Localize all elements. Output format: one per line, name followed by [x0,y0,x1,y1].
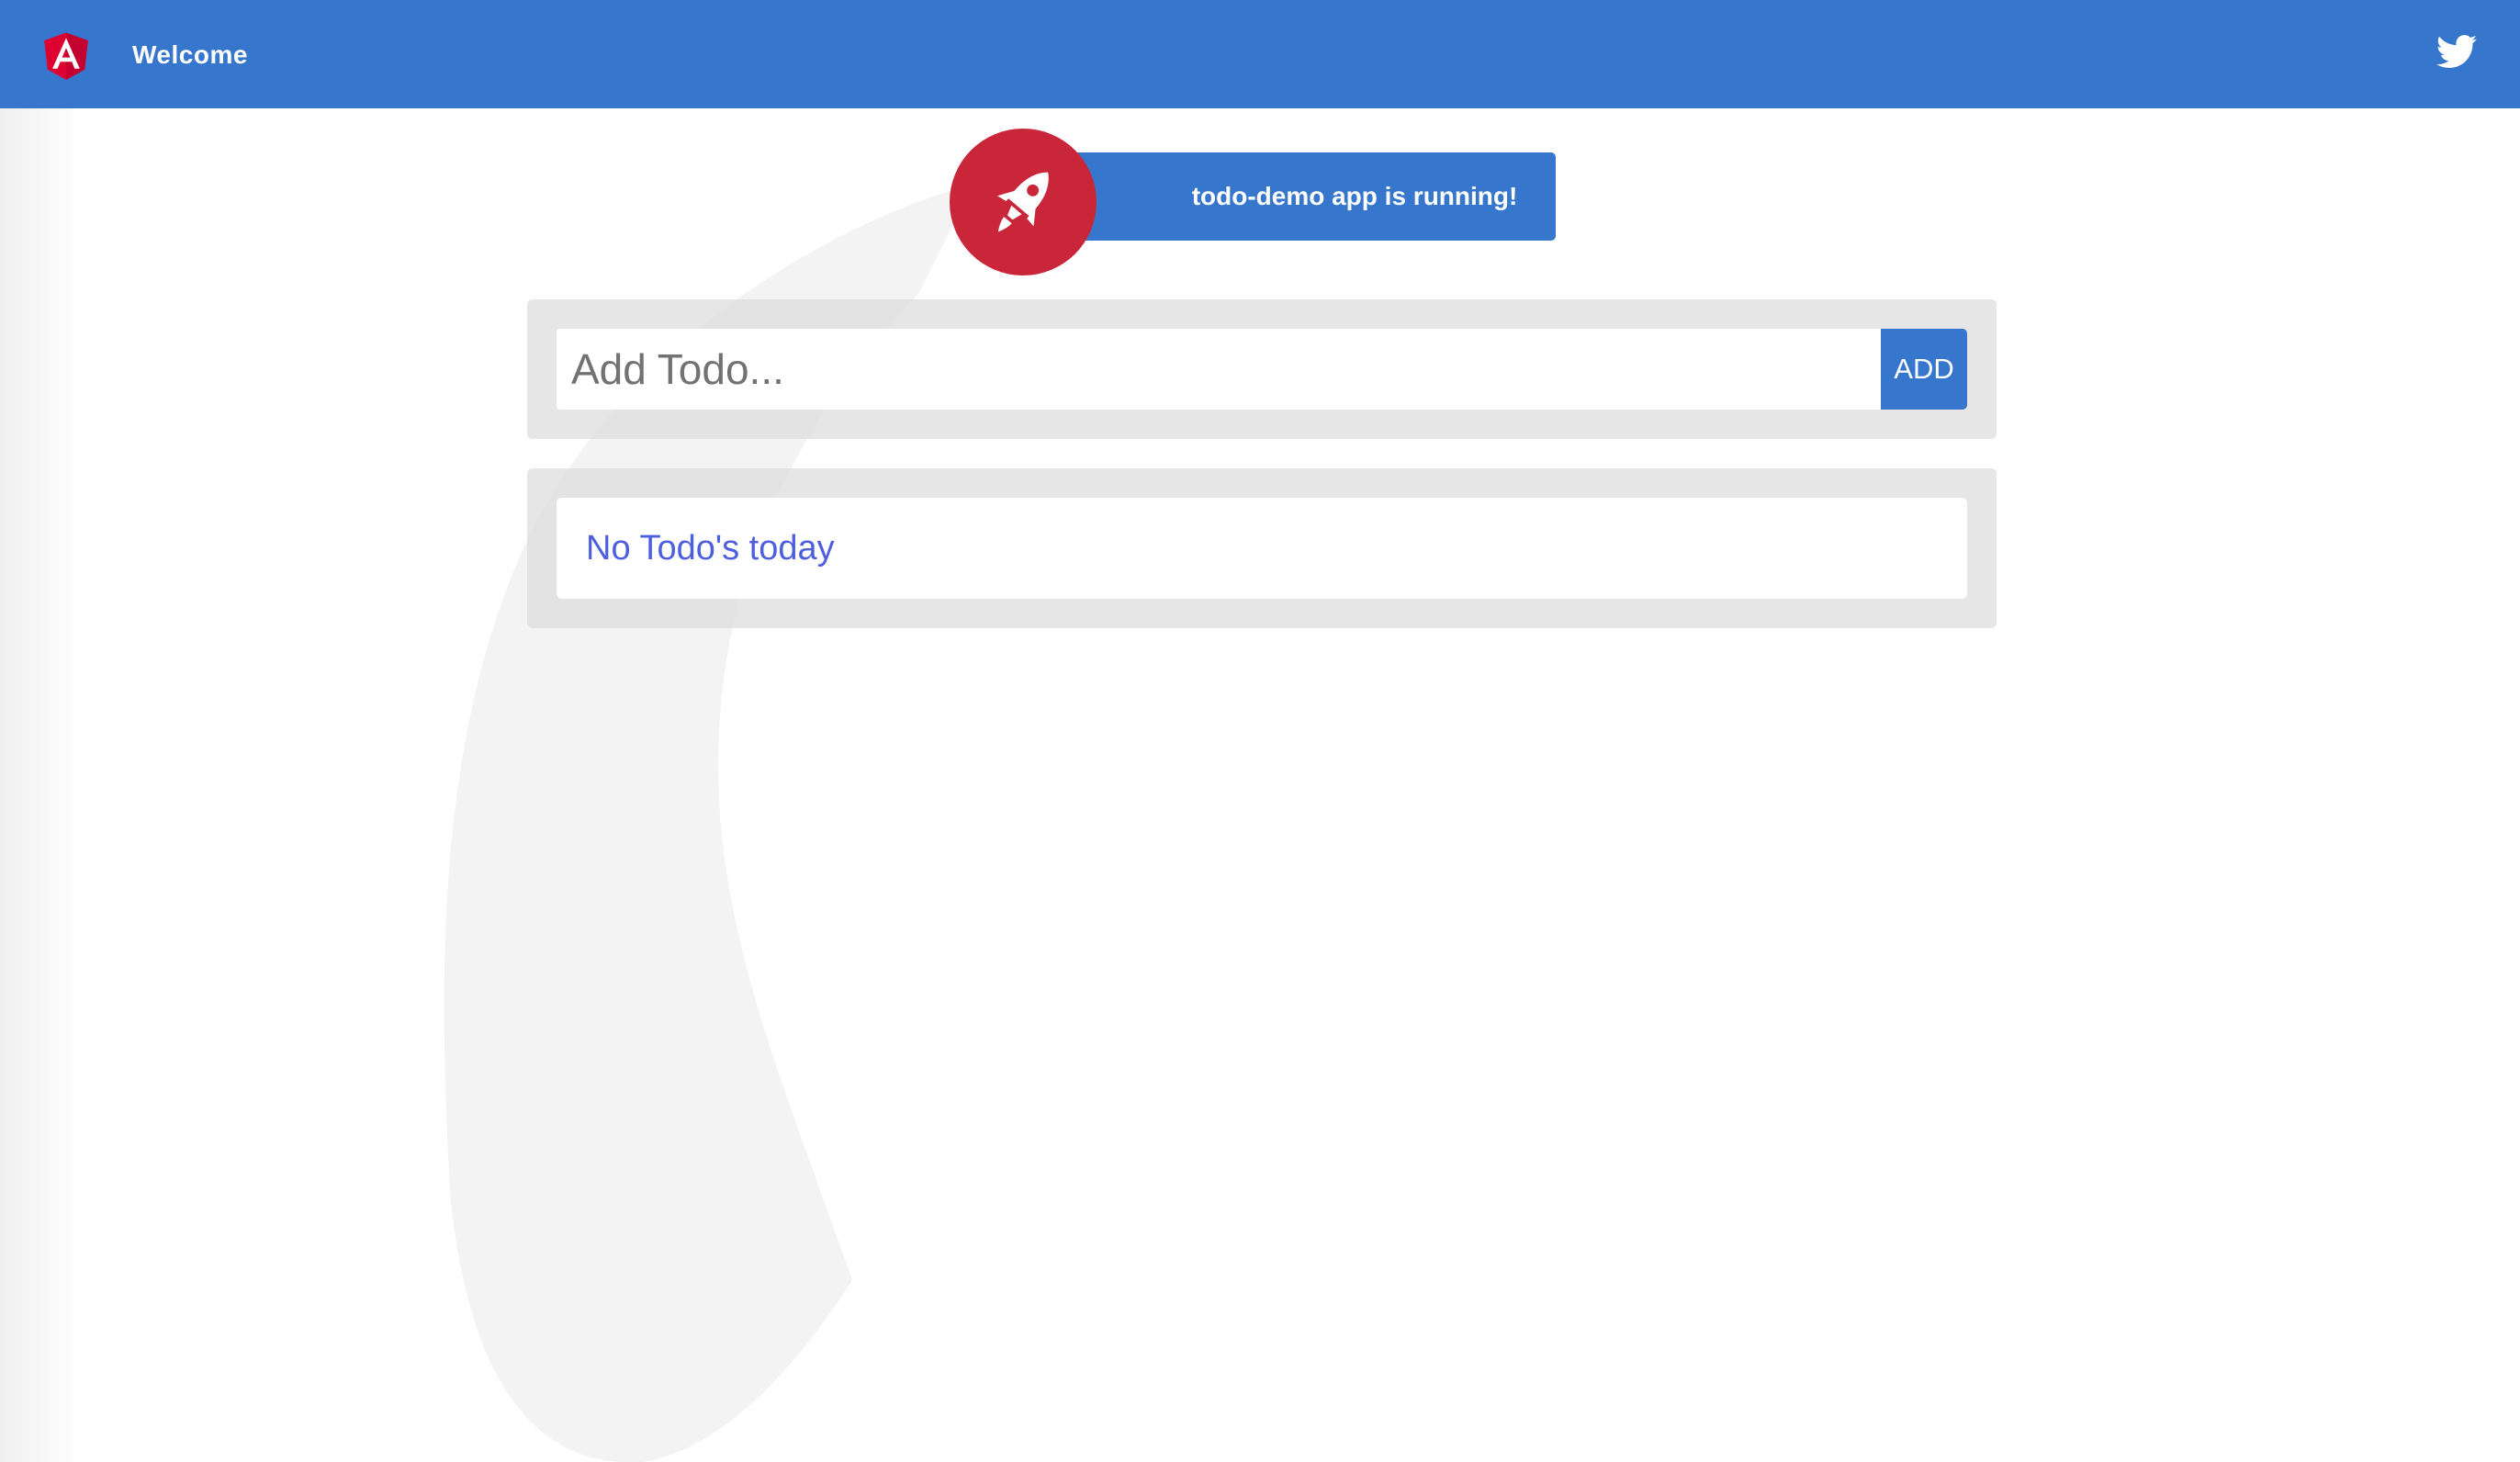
add-todo-button[interactable]: ADD [1881,329,1967,410]
app-page: Welcome todo-demo app is running! ADD No… [0,0,2520,1462]
angular-logo-icon[interactable] [37,24,96,86]
rocket-icon [996,172,1049,232]
toolbar-title: Welcome [132,40,248,69]
rocket-badge [950,129,1097,276]
left-edge-shadow [0,108,83,1462]
twitter-icon[interactable] [2434,31,2480,72]
app-running-text: todo-demo app is running! [1191,182,1518,210]
empty-todo-message: No Todo's today [586,528,835,568]
empty-todo-card: No Todo's today [557,498,1967,599]
top-toolbar: Welcome [0,0,2520,108]
add-todo-input[interactable] [557,329,1883,410]
add-todo-panel: ADD [527,299,1997,439]
app-running-banner: todo-demo app is running! [1065,152,1556,241]
todo-list-panel: No Todo's today [527,468,1997,628]
